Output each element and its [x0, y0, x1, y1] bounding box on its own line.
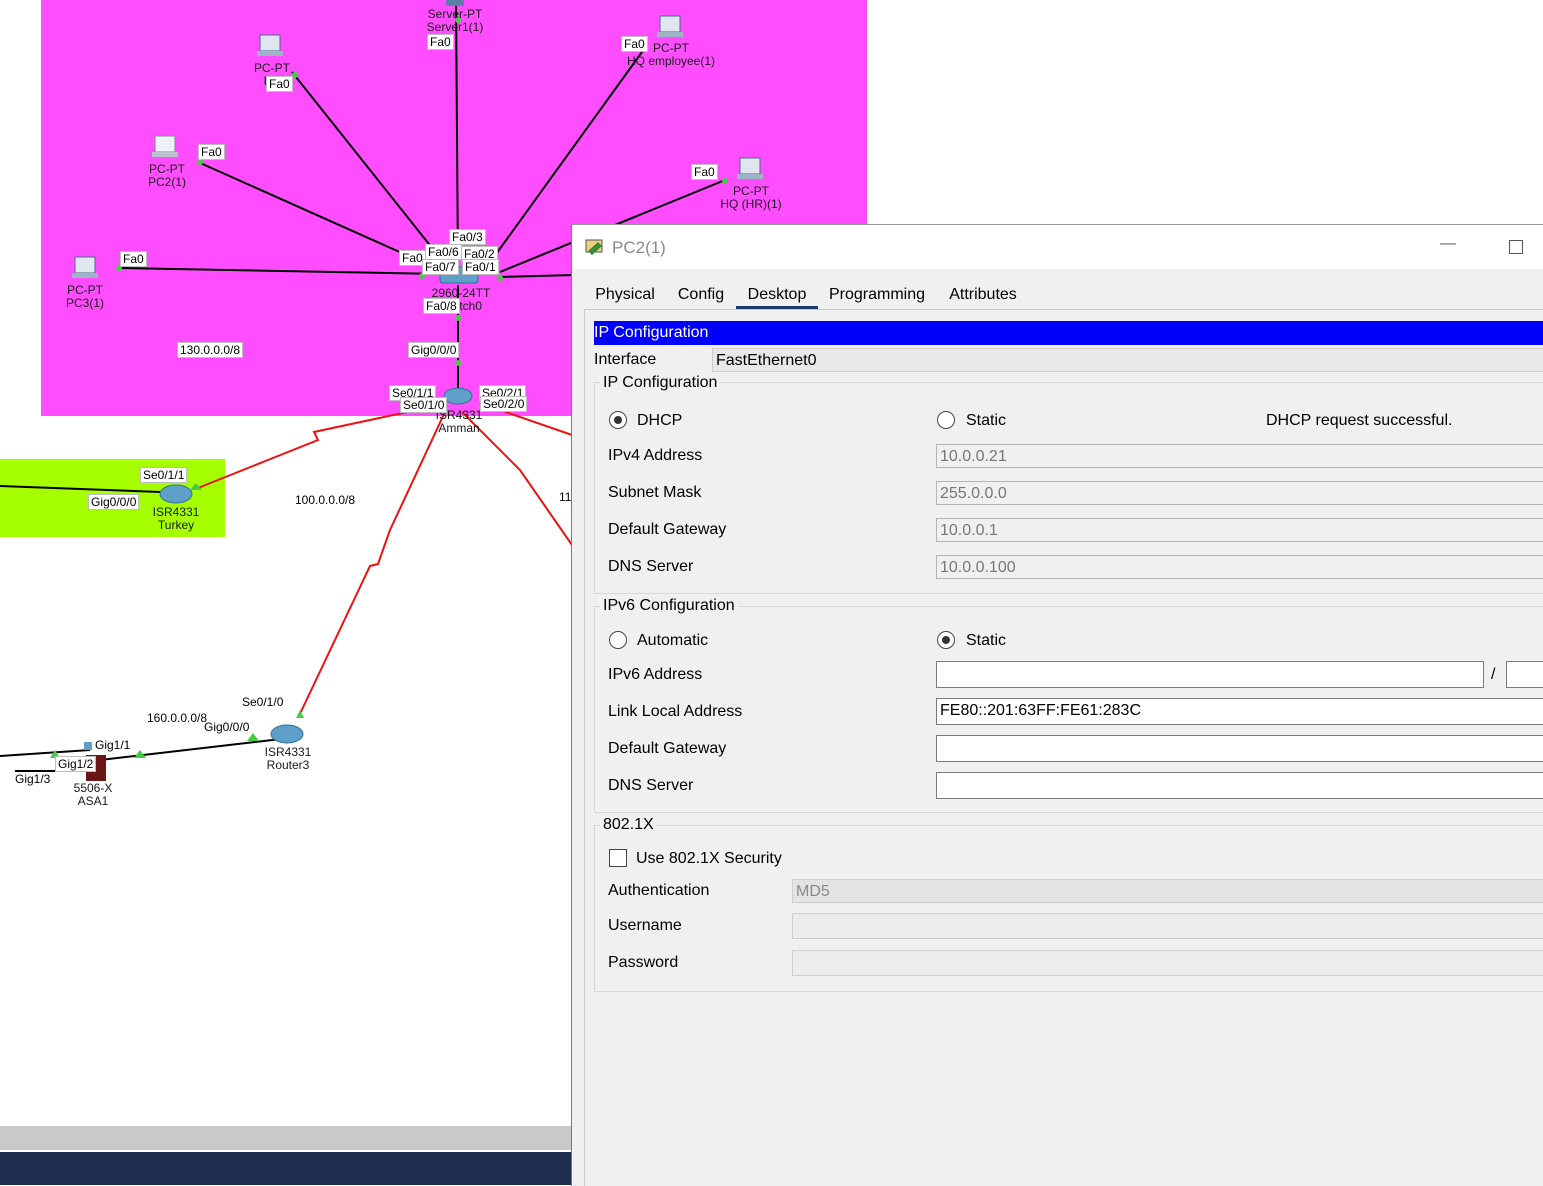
router-icon — [270, 724, 304, 744]
default-gateway-label: Default Gateway — [608, 521, 727, 538]
port-label: Fa0/7 — [422, 259, 459, 275]
password-field[interactable] — [792, 950, 1543, 976]
ipv6-dns-field[interactable] — [936, 772, 1543, 799]
dhcp-label: DHCP — [637, 412, 683, 429]
network-label: 100.0.0.0/8 — [295, 493, 356, 507]
device-label-server: Server-PT Server1(1) — [426, 7, 484, 34]
interface-label: Interface — [594, 351, 657, 368]
minimize-button[interactable]: — — [1438, 235, 1458, 255]
default-gateway-field[interactable]: 10.0.0.1 — [936, 518, 1543, 542]
network-label: 160.0.0.0/8 — [147, 711, 208, 725]
static-ipv4-label: Static — [966, 412, 1007, 429]
tab-config[interactable]: Config — [666, 281, 736, 309]
taskbar — [0, 1152, 572, 1185]
port-label: Gig0/0/0 — [204, 720, 250, 734]
ipv6-automatic-label: Automatic — [637, 632, 709, 649]
port-label: Fa0/8 — [423, 298, 460, 314]
dhcp-status: DHCP request successful. — [1266, 412, 1453, 429]
port-label: Fa0 — [120, 251, 147, 267]
server-icon — [446, 0, 464, 6]
use-8021x-checkbox[interactable] — [609, 849, 627, 867]
port-label: Se0/1/0 — [242, 695, 284, 709]
password-label: Password — [608, 954, 679, 971]
maximize-button[interactable] — [1509, 240, 1523, 254]
link-local-label: Link Local Address — [608, 703, 743, 720]
device-label-pc3: PC-PT PC3(1) — [65, 283, 105, 310]
ipv6-group-title: IPv6 Configuration — [600, 597, 738, 615]
device-label-pc2: PC-PT PC2(1) — [147, 162, 187, 189]
device-label-asa1: 5506-X ASA1 — [73, 781, 113, 808]
device-label-router3: ISR4331 Router3 — [264, 745, 312, 772]
authentication-select[interactable]: MD5 — [792, 879, 1543, 903]
ipv6-static-label: Static — [966, 632, 1007, 649]
port-label: Gig0/0/0 — [408, 342, 460, 358]
interface-select[interactable]: FastEthernet0 — [712, 348, 1543, 372]
port-label: Se0/1/0 — [400, 397, 448, 413]
use-8021x-label: Use 802.1X Security — [636, 850, 782, 867]
serial-links — [197, 404, 573, 719]
port-label: Fa0/1 — [462, 259, 499, 275]
pc-icon — [257, 34, 283, 56]
pc-icon — [72, 256, 98, 278]
port-label: Fa0 — [266, 76, 293, 92]
dhcp-radio[interactable] — [609, 411, 627, 429]
dialog-titlebar[interactable]: PC2(1) — — [572, 225, 1543, 269]
dns-server-label: DNS Server — [608, 558, 694, 575]
port-label: Gig1/1 — [95, 738, 131, 752]
subnet-mask-label: Subnet Mask — [608, 484, 702, 501]
port-label: Fa0 — [198, 144, 225, 160]
static-ipv4-radio[interactable] — [937, 411, 955, 429]
ipv6-dns-label: DNS Server — [608, 777, 694, 794]
subnet-mask-field[interactable]: 255.0.0.0 — [936, 481, 1543, 505]
port-label: Fa0 — [621, 36, 648, 52]
ipv4-group-title: IP Configuration — [600, 374, 721, 392]
ipv6-static-radio[interactable] — [937, 631, 955, 649]
port-label: Fa0 — [427, 34, 454, 50]
tab-physical[interactable]: Physical — [584, 281, 666, 309]
pc-icon — [737, 157, 763, 179]
ip-configuration-header: IP Configuration — [594, 321, 1543, 345]
tab-attributes[interactable]: Attributes — [936, 281, 1030, 309]
device-label-hq-hr: PC-PT HQ (HR)(1) — [720, 184, 782, 211]
dialog-title: PC2(1) — [612, 238, 666, 257]
port-label: Fa0/6 — [425, 244, 462, 260]
port-label: Fa0 — [691, 164, 718, 180]
port-label: Gig1/2 — [55, 756, 97, 772]
ipv6-address-field[interactable] — [936, 661, 1484, 688]
pc-config-dialog: PC2(1) — Physical Config Desktop Program… — [571, 224, 1543, 1186]
username-field[interactable] — [792, 913, 1543, 939]
link-local-field[interactable]: FE80::201:63FF:FE61:283C — [936, 698, 1543, 725]
ipv6-address-label: IPv6 Address — [608, 666, 703, 683]
pc-icon — [152, 135, 178, 157]
router-icon — [159, 484, 193, 504]
port-label: Se0/2/0 — [480, 396, 528, 412]
ipv6-gateway-field[interactable] — [936, 735, 1543, 762]
ipv6-automatic-radio[interactable] — [609, 631, 627, 649]
device-label-turkey: ISR4331 Turkey — [152, 505, 200, 532]
dns-server-field[interactable]: 10.0.0.100 — [936, 555, 1543, 579]
tab-programming[interactable]: Programming — [818, 281, 936, 309]
ipv6-gateway-label: Default Gateway — [608, 740, 727, 757]
pc-icon — [657, 15, 683, 37]
port-label: Se0/1/1 — [140, 467, 188, 483]
packet-tracer-icon — [585, 239, 603, 255]
username-label: Username — [608, 917, 682, 934]
tab-desktop[interactable]: Desktop — [736, 281, 818, 309]
port-label: Gig0/0/0 — [88, 494, 140, 510]
dot1x-group-title: 802.1X — [600, 816, 657, 834]
authentication-label: Authentication — [608, 882, 710, 899]
network-label: 130.0.0.0/8 — [177, 342, 244, 358]
ipv4-address-label: IPv4 Address — [608, 447, 703, 464]
prefix-separator: / — [1491, 666, 1496, 683]
port-label: Fa0/3 — [449, 229, 486, 245]
tab-divider — [584, 309, 1543, 310]
ipv4-address-field[interactable]: 10.0.0.21 — [936, 444, 1543, 468]
port-label: Gig1/3 — [15, 772, 51, 786]
canvas-horizontal-scrollbar[interactable] — [0, 1126, 572, 1150]
ipv6-prefix-field[interactable] — [1506, 661, 1543, 688]
router-icon — [443, 387, 473, 405]
